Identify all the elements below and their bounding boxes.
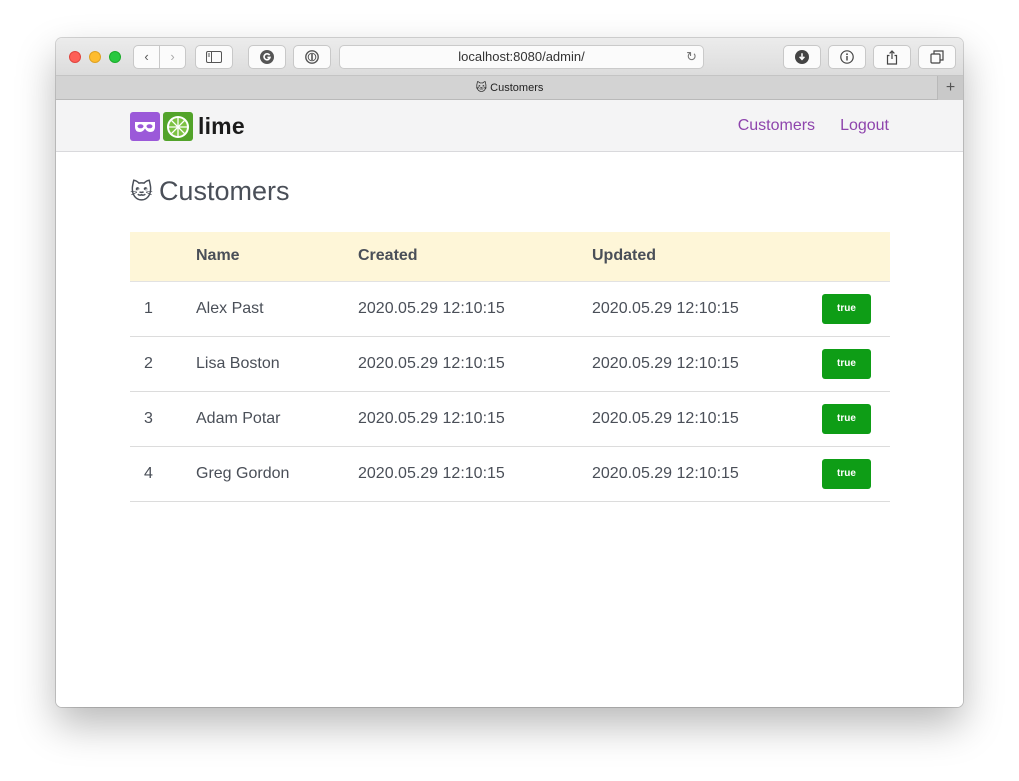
row-updated: 2020.05.29 12:10:15: [592, 446, 822, 502]
close-window-button[interactable]: [69, 51, 81, 63]
table-row: 2 Lisa Boston 2020.05.29 12:10:15 2020.0…: [130, 336, 890, 392]
share-button[interactable]: [873, 45, 911, 69]
row-name-link[interactable]: Lisa Boston: [196, 336, 358, 392]
table-row: 3 Adam Potar 2020.05.29 12:10:15 2020.05…: [130, 391, 890, 447]
table-row: 1 Alex Past 2020.05.29 12:10:15 2020.05.…: [130, 281, 890, 337]
nav-link-customers[interactable]: Customers: [738, 117, 815, 135]
password-manager-icon: [305, 50, 319, 64]
password-manager-button[interactable]: [293, 45, 331, 69]
row-name-link[interactable]: Adam Potar: [196, 391, 358, 447]
browser-toolbar: ‹ › localhost:8080/admin/ ↻: [56, 38, 963, 76]
row-id-link[interactable]: 3: [130, 391, 196, 447]
status-badge: true: [822, 403, 871, 434]
col-header-id: [130, 232, 196, 282]
row-created: 2020.05.29 12:10:15: [358, 391, 592, 447]
app-navbar: lime Customers Logout: [56, 100, 963, 152]
status-badge: true: [822, 293, 871, 324]
col-header-status: [822, 232, 890, 282]
forward-button[interactable]: ›: [159, 46, 185, 68]
tab-bar: 🐱 Customers +: [56, 76, 963, 100]
page-content: lime Customers Logout 🐱 Customers Name C…: [56, 100, 963, 707]
back-button[interactable]: ‹: [134, 46, 159, 68]
info-icon: [840, 50, 854, 64]
logo-wordmark: lime: [198, 113, 245, 139]
share-icon: [886, 49, 898, 65]
downloads-button[interactable]: [783, 45, 821, 69]
top-nav: Customers Logout: [738, 100, 889, 152]
row-id-link[interactable]: 1: [130, 281, 196, 337]
tab-overview-button[interactable]: [918, 45, 956, 69]
grammarly-icon: [260, 50, 274, 64]
status-badge: true: [822, 348, 871, 379]
tab-favicon: 🐱: [475, 82, 488, 94]
mask-logo-icon: [130, 112, 160, 141]
new-tab-button[interactable]: +: [937, 76, 963, 100]
zoom-window-button[interactable]: [109, 51, 121, 63]
row-name-link[interactable]: Greg Gordon: [196, 446, 358, 502]
row-updated: 2020.05.29 12:10:15: [592, 391, 822, 447]
tabs-icon: [930, 50, 944, 64]
download-icon: [795, 50, 809, 64]
nav-link-logout[interactable]: Logout: [840, 117, 889, 135]
row-created: 2020.05.29 12:10:15: [358, 281, 592, 337]
plus-icon: +: [945, 79, 956, 96]
history-nav-buttons: ‹ ›: [133, 45, 186, 69]
reload-icon[interactable]: ↻: [686, 46, 697, 68]
sidebar-toggle-button[interactable]: [195, 45, 233, 69]
row-created: 2020.05.29 12:10:15: [358, 446, 592, 502]
row-id-link[interactable]: 2: [130, 336, 196, 392]
table-header-row: Name Created Updated: [130, 232, 890, 282]
info-button[interactable]: [828, 45, 866, 69]
row-updated: 2020.05.29 12:10:15: [592, 336, 822, 392]
page-title: 🐱 Customers: [130, 176, 289, 207]
address-bar[interactable]: localhost:8080/admin/ ↻: [339, 45, 704, 69]
row-name-link[interactable]: Alex Past: [196, 281, 358, 337]
cat-emoji-icon: 🐱: [130, 178, 153, 204]
lime-slice-icon: [163, 112, 193, 141]
tab-title[interactable]: Customers: [490, 82, 543, 94]
col-header-name: Name: [196, 232, 358, 282]
table-row: 4 Greg Gordon 2020.05.29 12:10:15 2020.0…: [130, 446, 890, 502]
row-id-link[interactable]: 4: [130, 446, 196, 502]
customers-table: Name Created Updated 1 Alex Past 2020.05…: [130, 232, 890, 502]
grammarly-extension-button[interactable]: [248, 45, 286, 69]
url-text: localhost:8080/admin/: [458, 49, 585, 64]
app-logo[interactable]: lime: [130, 112, 245, 141]
row-updated: 2020.05.29 12:10:15: [592, 281, 822, 337]
row-created: 2020.05.29 12:10:15: [358, 336, 592, 392]
sidebar-icon: [206, 51, 222, 63]
minimize-window-button[interactable]: [89, 51, 101, 63]
col-header-updated: Updated: [592, 232, 822, 282]
page-title-text: Customers: [158, 176, 290, 206]
col-header-created: Created: [358, 232, 592, 282]
status-badge: true: [822, 458, 871, 489]
browser-window: ‹ › localhost:8080/admin/ ↻ 🐱 Customers …: [56, 38, 963, 707]
